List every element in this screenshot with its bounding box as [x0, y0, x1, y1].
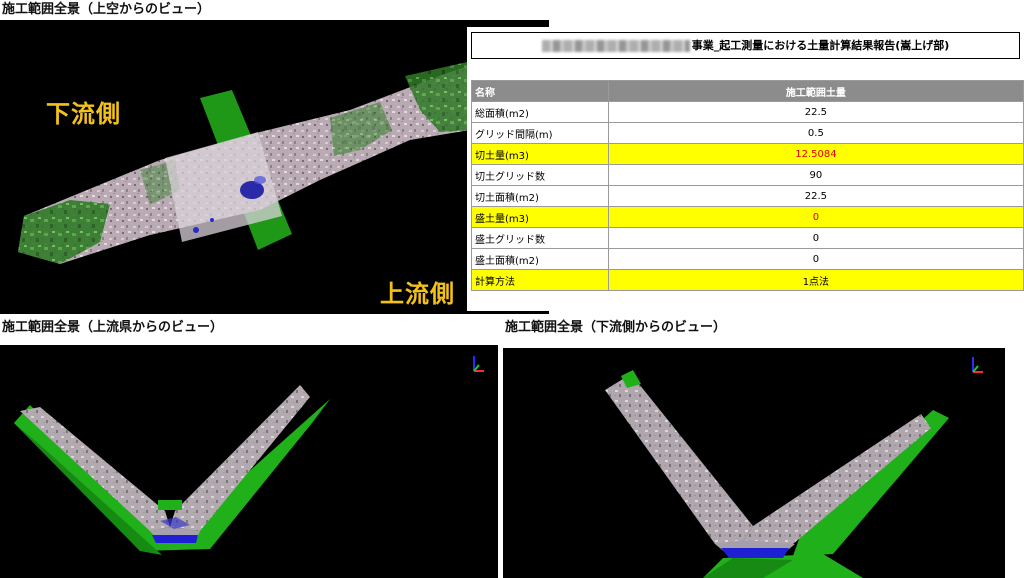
- row-value: 0.5: [607, 122, 1024, 144]
- row-value: 0: [607, 227, 1024, 249]
- row-name: 盛土量(m3): [471, 206, 609, 228]
- upstream-view-pointcloud: [14, 385, 330, 555]
- row-value: 1点法: [607, 269, 1024, 291]
- redacted-project-name: [541, 40, 690, 52]
- row-name: 総面積(m2): [471, 101, 609, 123]
- table-row: 盛土量(m3) 0: [471, 206, 1024, 228]
- row-name: 盛土面積(m2): [471, 248, 609, 270]
- row-value: 22.5: [607, 185, 1024, 207]
- row-name: グリッド間隔(m): [471, 122, 609, 144]
- report-title-text: 事業_起工測量における土量計算結果報告(嵩上げ部): [691, 39, 950, 52]
- row-name: 盛土グリッド数: [471, 227, 609, 249]
- downstream-view-panel[interactable]: [503, 348, 1005, 578]
- upstream-label: 上流側: [380, 280, 455, 308]
- table-row: 切土グリッド数 90: [471, 164, 1024, 186]
- row-name: 切土グリッド数: [471, 164, 609, 186]
- table-row: 切土量(m3) 12.5084: [471, 143, 1024, 165]
- row-value: 90: [607, 164, 1024, 186]
- report-title: 事業_起工測量における土量計算結果報告(嵩上げ部): [471, 32, 1020, 59]
- header-name: 名称: [471, 80, 609, 102]
- row-value: 0: [607, 248, 1024, 270]
- top-view-caption: 施工範囲全景（上空からのビュー）: [2, 2, 211, 17]
- header-value: 施工範囲土量: [607, 80, 1024, 102]
- downstream-view-caption: 施工範囲全景（下流側からのビュー）: [505, 320, 727, 335]
- soil-calculation-report: 事業_起工測量における土量計算結果報告(嵩上げ部) 名称 施工範囲土量 総面積(…: [467, 27, 1024, 311]
- upstream-view-caption: 施工範囲全景（上流県からのビュー）: [2, 320, 224, 335]
- table-row: 計算方法 1点法: [471, 269, 1024, 291]
- downstream-view-pointcloud: [605, 370, 949, 578]
- table-row: グリッド間隔(m) 0.5: [471, 122, 1024, 144]
- row-name: 切土量(m3): [471, 143, 609, 165]
- row-name: 切土面積(m2): [471, 185, 609, 207]
- row-value: 12.5084: [607, 143, 1024, 165]
- axis-gizmo-icon: [473, 356, 484, 372]
- downstream-label: 下流側: [46, 100, 121, 128]
- table-row: 盛土グリッド数 0: [471, 227, 1024, 249]
- upstream-view-panel[interactable]: [0, 345, 498, 578]
- row-value: 0: [607, 206, 1024, 228]
- row-value: 22.5: [607, 101, 1024, 123]
- table-row: 切土面積(m2) 22.5: [471, 185, 1024, 207]
- results-table: 名称 施工範囲土量 総面積(m2) 22.5 グリッド間隔(m) 0.5 切土量(m3)…: [471, 80, 1024, 291]
- row-name: 計算方法: [471, 269, 609, 291]
- table-header-row: 名称 施工範囲土量: [471, 80, 1024, 102]
- axis-gizmo-icon: [972, 357, 983, 373]
- table-row: 盛土面積(m2) 0: [471, 248, 1024, 270]
- table-row: 総面積(m2) 22.5: [471, 101, 1024, 123]
